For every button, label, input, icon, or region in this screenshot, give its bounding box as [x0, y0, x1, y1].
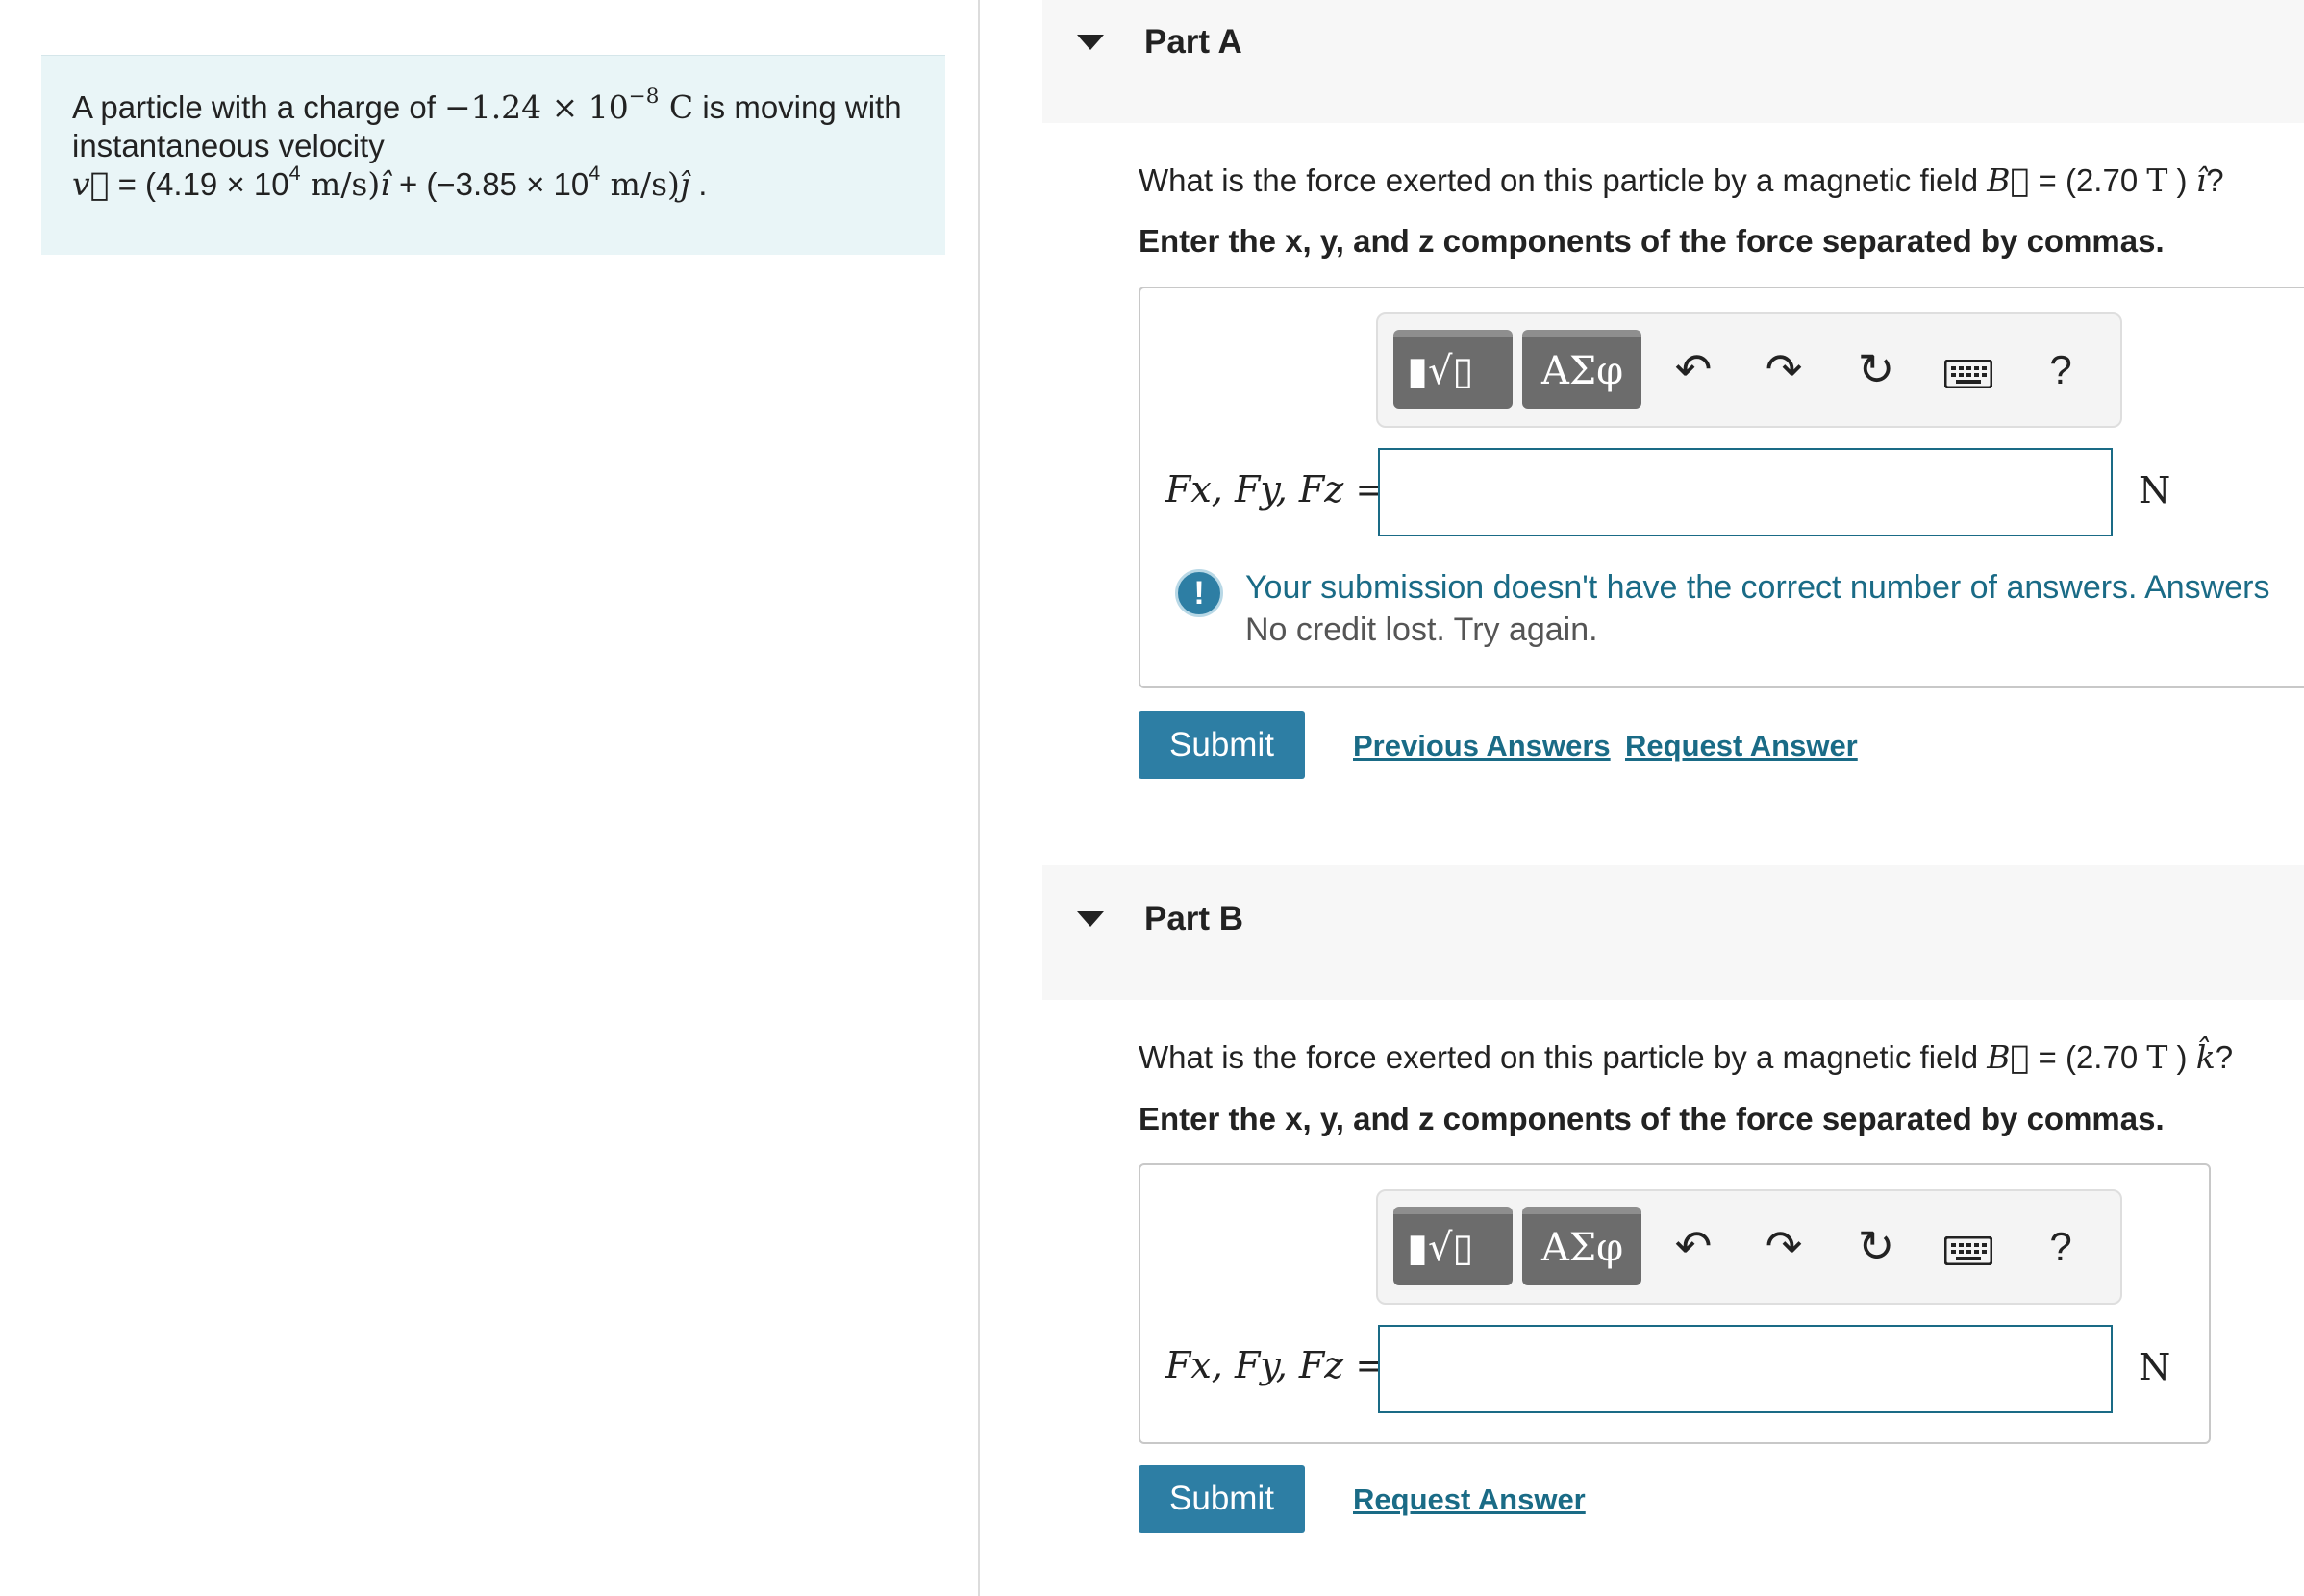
charge-exponent: −8	[628, 84, 660, 109]
problem-text: A particle with a charge of −1.24 × 10−8…	[72, 84, 914, 165]
field-close: )	[2167, 1039, 2196, 1075]
field-close: )	[2167, 162, 2196, 198]
templates-button[interactable]: ▮√▯	[1393, 1207, 1513, 1285]
field-direction: î	[2195, 162, 2207, 199]
collapse-caret-icon[interactable]	[1077, 35, 1104, 50]
templates-icon: ▮√▯	[1407, 1226, 1474, 1270]
templates-icon: ▮√▯	[1407, 349, 1474, 393]
collapse-caret-icon[interactable]	[1077, 911, 1104, 927]
field-direction: k̂	[2195, 1038, 2216, 1076]
greek-symbols-label: ΑΣφ	[1541, 1226, 1624, 1270]
velocity-expression: v⃗ = (4.19 × 104 m/s)î + (−3.85 × 104 m/…	[72, 161, 914, 204]
previous-answers-link[interactable]: Previous Answers	[1353, 729, 1611, 763]
redo-icon[interactable]: ↷	[1755, 343, 1813, 395]
part-a-instruction: Enter the x, y, and z components of the …	[1139, 223, 2165, 259]
undo-icon[interactable]: ↶	[1665, 1220, 1722, 1272]
help-button[interactable]: ?	[2032, 1224, 2090, 1270]
part-b-title: Part B	[1144, 900, 1244, 937]
undo-icon[interactable]: ↶	[1665, 343, 1722, 395]
part-a-submit-button[interactable]: Submit	[1139, 711, 1305, 779]
keyboard-icon[interactable]	[1940, 347, 1997, 399]
part-a-math-toolbar: ▮√▯ ΑΣφ ↶ ↷ ↻ ?	[1376, 312, 2122, 428]
feedback-subtext: No credit lost. Try again.	[1245, 611, 1598, 648]
velocity-x-exponent: 4	[288, 161, 301, 185]
greek-symbols-button[interactable]: ΑΣφ	[1522, 330, 1641, 409]
b-symbol: B⃗	[1987, 162, 2030, 199]
field-unit: T	[2146, 1038, 2168, 1076]
greek-symbols-button[interactable]: ΑΣφ	[1522, 1207, 1641, 1285]
part-a-header[interactable]: Part A	[1042, 0, 2304, 123]
greek-symbols-label: ΑΣφ	[1541, 349, 1624, 393]
reset-icon[interactable]: ↻	[1847, 1220, 1905, 1272]
question-end: ?	[2215, 1039, 2234, 1075]
i-hat: î	[380, 165, 390, 203]
velocity-y-unit: m/s)	[600, 165, 680, 203]
charge-value: −1.24 × 10−8 C	[444, 84, 694, 126]
problem-statement: A particle with a charge of −1.24 × 10−8…	[41, 55, 945, 255]
part-a-title: Part A	[1144, 23, 1242, 61]
redo-icon[interactable]: ↷	[1755, 1220, 1813, 1272]
keyboard-icon[interactable]	[1940, 1224, 1997, 1276]
velocity-end: .	[689, 166, 708, 202]
field-value: = (2.70	[2029, 162, 2147, 198]
feedback-message: Your submission doesn't have the correct…	[1245, 569, 2270, 606]
part-a-input-label: Fx, Fy, Fz =	[1165, 468, 1387, 511]
velocity-y-value: + (−3.85 × 10	[389, 166, 589, 202]
part-a-unit: N	[2139, 469, 2171, 511]
field-unit: T	[2146, 162, 2168, 199]
templates-button[interactable]: ▮√▯	[1393, 330, 1513, 409]
help-button[interactable]: ?	[2032, 347, 2090, 393]
velocity-y-exponent: 4	[589, 161, 601, 185]
alert-icon: !	[1175, 569, 1223, 617]
reset-icon[interactable]: ↻	[1847, 343, 1905, 395]
question-end: ?	[2206, 162, 2224, 198]
part-b-math-toolbar: ▮√▯ ΑΣφ ↶ ↷ ↻ ?	[1376, 1189, 2122, 1305]
velocity-symbol: v⃗	[72, 165, 110, 203]
part-b-question: What is the force exerted on this partic…	[1139, 1038, 2233, 1076]
panel-divider	[978, 0, 980, 1596]
problem-text-prefix: A particle with a charge of	[72, 89, 445, 125]
part-b-answer-input[interactable]	[1378, 1325, 2113, 1413]
question-text: What is the force exerted on this partic…	[1139, 162, 1988, 198]
j-hat: ĵ	[679, 165, 690, 203]
b-symbol: B⃗	[1987, 1038, 2030, 1076]
part-b-input-label: Fx, Fy, Fz =	[1165, 1344, 1387, 1386]
charge-unit: C	[659, 88, 694, 126]
keyboard-glyph	[1943, 359, 1993, 389]
velocity-x-unit: m/s)	[300, 165, 381, 203]
part-b-instruction: Enter the x, y, and z components of the …	[1139, 1101, 2165, 1136]
part-b-request-answer-link[interactable]: Request Answer	[1353, 1483, 1586, 1517]
part-b-header[interactable]: Part B	[1042, 865, 2304, 1000]
part-b-submit-button[interactable]: Submit	[1139, 1465, 1305, 1533]
charge-number: −1.24 × 10	[444, 88, 629, 126]
part-a-request-answer-link[interactable]: Request Answer	[1625, 729, 1858, 763]
keyboard-glyph	[1943, 1235, 1993, 1266]
field-value: = (2.70	[2029, 1039, 2147, 1075]
question-text: What is the force exerted on this partic…	[1139, 1039, 1988, 1075]
part-a-question: What is the force exerted on this partic…	[1139, 162, 2224, 199]
velocity-x-value: = (4.19 × 10	[109, 166, 289, 202]
part-a-answer-input[interactable]	[1378, 448, 2113, 536]
part-b-unit: N	[2139, 1346, 2171, 1388]
